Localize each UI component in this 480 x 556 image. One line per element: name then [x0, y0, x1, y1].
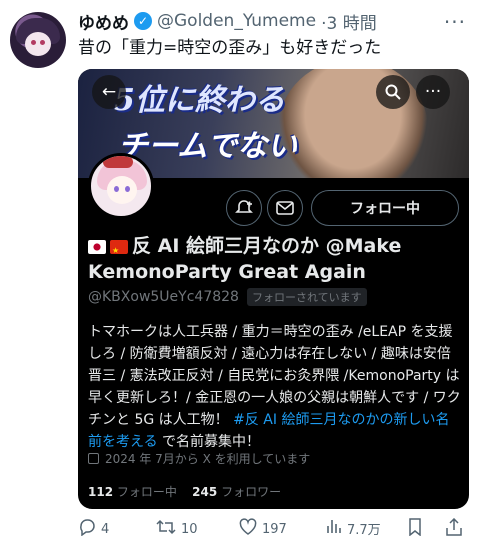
like-button[interactable]: 197: [239, 518, 287, 541]
banner-text-line2: チームでない: [118, 129, 298, 164]
retweet-count: 10: [181, 522, 198, 537]
menu-icon[interactable]: ···: [416, 75, 450, 109]
profile-handle: @KBXow5UeYc47828: [88, 289, 239, 305]
retweet-icon: [156, 518, 176, 541]
followers-count[interactable]: 245: [192, 485, 217, 499]
reply-count: 4: [101, 522, 110, 537]
joined-date: 2024 年 7月から X を利用しています: [88, 450, 310, 467]
reply-button[interactable]: 4: [78, 518, 109, 541]
joined-text: 2024 年 7月から X を利用しています: [105, 452, 311, 466]
followers-label[interactable]: フォロワー: [221, 485, 281, 499]
following-button[interactable]: フォロー中: [311, 190, 459, 226]
embedded-profile-card[interactable]: 5位に終わる チームでない ← ··· フォロー中 反 AI 絵師三月なのか @…: [78, 69, 469, 509]
profile-name[interactable]: 反 AI 絵師三月なのか @Make KemonoParty Great Aga…: [88, 233, 463, 285]
tweet-header: ゆめめ ✓ @Golden_Yumeme ·3 時間: [78, 9, 377, 34]
view-count: 7.7万: [347, 523, 381, 538]
more-icon[interactable]: ···: [444, 10, 466, 34]
retweet-button[interactable]: 10: [156, 518, 198, 541]
search-icon[interactable]: [376, 75, 410, 109]
profile-bio: トマホークは人工兵器 / 重力＝時空の歪み /eLEAP を支援しろ / 防衛費…: [88, 321, 463, 453]
heart-icon: [239, 518, 257, 541]
tweet-actions: 4 10 197 7.7万: [78, 517, 470, 542]
views-icon: [326, 518, 342, 539]
views-button[interactable]: 7.7万: [326, 518, 381, 539]
profile-name-text: 反 AI 絵師三月なのか @Make KemonoParty Great Aga…: [88, 235, 402, 283]
author-handle[interactable]: @Golden_Yumeme: [157, 11, 316, 31]
reply-icon: [78, 518, 96, 541]
notification-add-icon[interactable]: [226, 190, 262, 226]
following-count[interactable]: 112: [88, 485, 113, 499]
tweet-time[interactable]: ·3 時間: [321, 9, 377, 34]
banner-text-line1: 5位に終わる: [114, 83, 285, 118]
china-flag-icon: [110, 238, 128, 264]
japan-flag-icon: [88, 240, 106, 254]
verified-badge-icon: ✓: [134, 12, 152, 30]
tweet[interactable]: ゆめめ ✓ @Golden_Yumeme ·3 時間 ··· 昔の「重力=時空の…: [0, 0, 480, 556]
follows-you-badge: フォローされています: [246, 288, 367, 306]
bookmark-button[interactable]: [408, 518, 427, 541]
profile-avatar[interactable]: [88, 153, 154, 219]
calendar-icon: [88, 453, 99, 464]
share-button[interactable]: [446, 517, 467, 541]
following-label[interactable]: フォロー中: [117, 485, 177, 499]
profile-handle-row: @KBXow5UeYc47828 フォローされています: [88, 288, 367, 306]
author-name[interactable]: ゆめめ: [78, 9, 129, 34]
back-arrow-icon[interactable]: ←: [92, 75, 126, 109]
follow-counts: 112 フォロー中 245 フォロワー: [88, 483, 281, 500]
avatar[interactable]: [10, 12, 66, 68]
bio-tail: で名前募集中！: [162, 434, 261, 450]
mail-icon[interactable]: [267, 190, 303, 226]
tweet-text: 昔の「重力=時空の歪み」も好きだった: [78, 38, 382, 58]
like-count: 197: [262, 522, 287, 537]
share-icon: [446, 517, 462, 541]
bookmark-icon: [408, 518, 422, 541]
